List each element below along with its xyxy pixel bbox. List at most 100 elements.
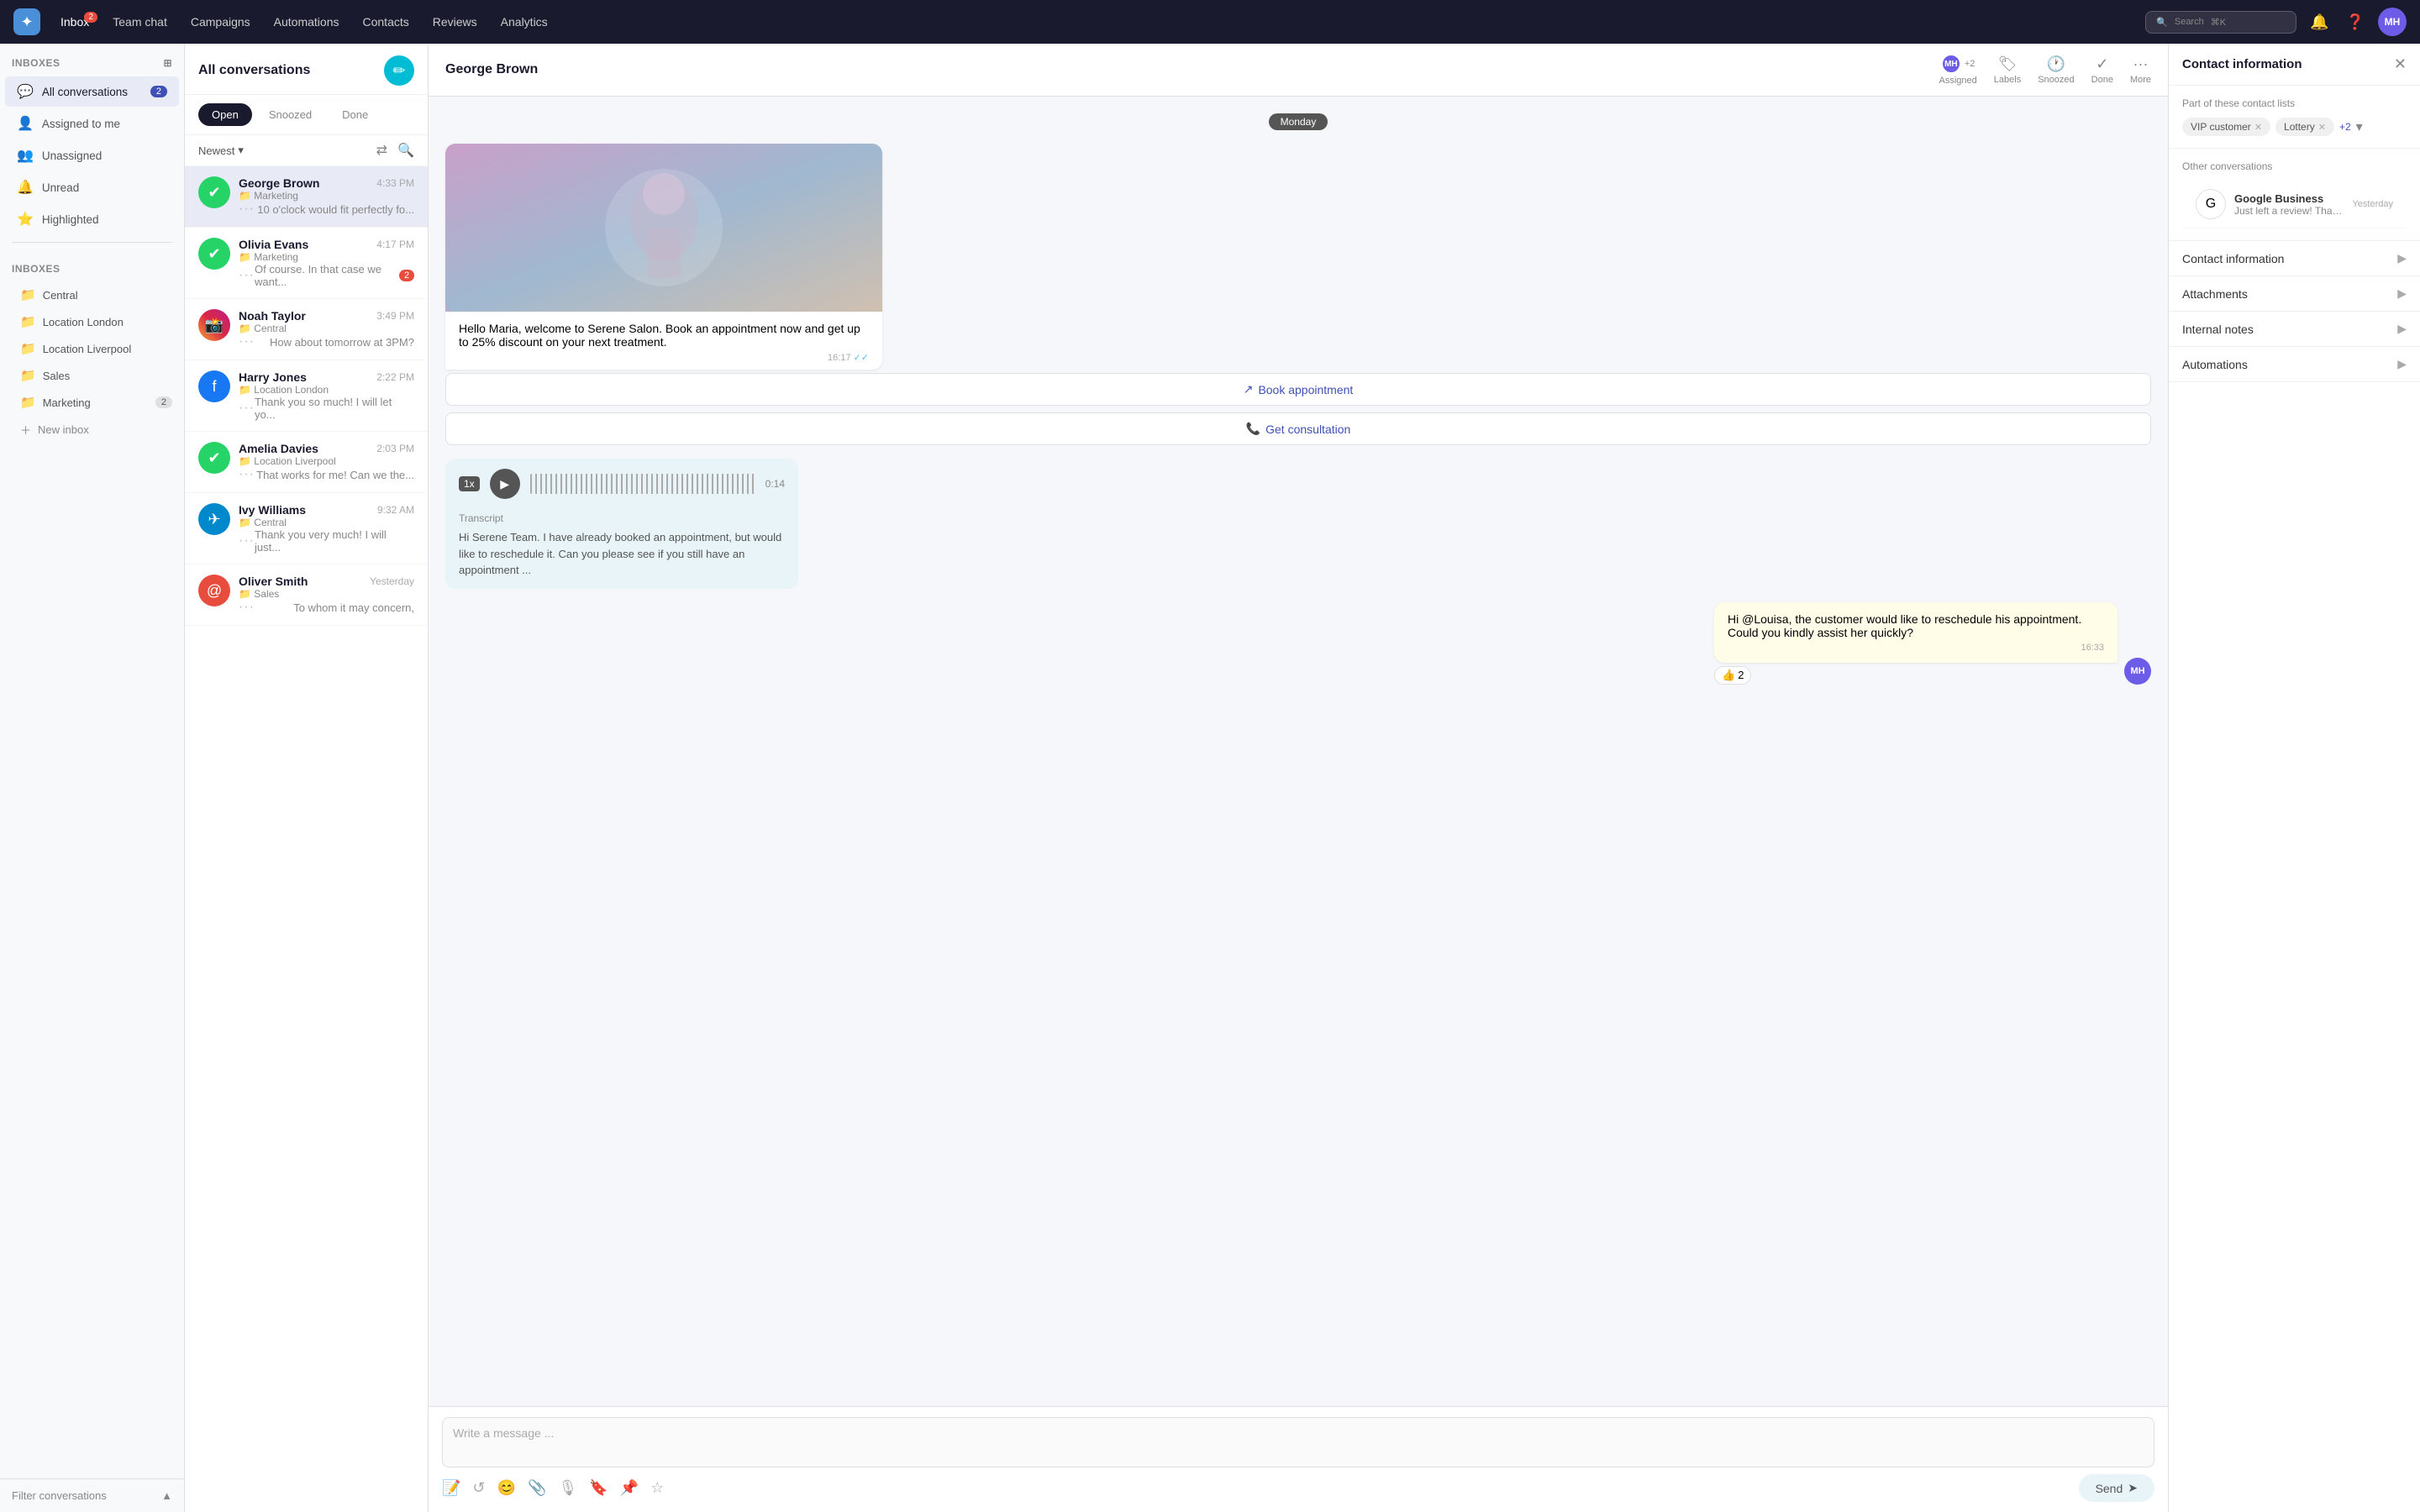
sidebar-inbox-central[interactable]: 📁 Central [0,281,184,308]
conv-item-harry-jones[interactable]: f Harry Jones 2:22 PM 📁 Location London … [185,360,428,432]
other-conv-google[interactable]: G Google Business Just left a review! Th… [2182,181,2407,228]
avatar-george-brown: ✔ [198,176,230,208]
message-outgoing: Hi @Louisa, the customer would like to r… [445,602,2151,685]
refresh-icon[interactable]: ↺ [472,1479,485,1497]
tags-more[interactable]: +2 [2339,121,2351,133]
filter-conversations-icon[interactable]: ⇄ [376,142,387,159]
nav-teamchat[interactable]: Team chat [103,10,177,34]
attachments-arrow: ▶ [2397,286,2407,301]
internal-notes-label: Internal notes [2182,323,2254,336]
tag-vip-remove[interactable]: ✕ [2254,122,2262,133]
sidebar-item-all-conversations[interactable]: 💬 All conversations 2 [5,76,179,107]
avatar-harry-jones: f [198,370,230,402]
chat-action-snoozed[interactable]: 🕐 Snoozed [2038,55,2074,85]
logo-icon: ✦ [13,8,40,35]
sidebar-item-unread[interactable]: 🔔 Unread [5,172,179,202]
conv-row3-olivia: ··· Of course. In that case we want... 2 [239,263,414,288]
attach-icon[interactable]: 📎 [528,1479,546,1497]
reaction-count: 2 [1738,669,1744,681]
book-appointment-button[interactable]: ↗ Book appointment [445,373,2151,406]
conv-row1-ivy: Ivy Williams 9:32 AM [239,503,414,517]
conv-item-olivia-evans[interactable]: ✔ Olivia Evans 4:17 PM 📁 Marketing ··· O… [185,228,428,299]
folder-icon-liverpool: 📁 [20,341,36,356]
sidebar-layout-icon[interactable]: ⊞ [163,57,172,69]
star-icon[interactable]: ☆ [650,1479,664,1497]
book-appointment-icon: ↗ [1244,382,1254,396]
notifications-icon[interactable]: 🔔 [2307,10,2332,34]
tab-done[interactable]: Done [329,103,381,126]
conv-preview-ivy: Thank you very much! I will just... [255,528,414,554]
conv-item-ivy-inner: Ivy Williams 9:32 AM 📁 Central ··· Thank… [239,503,414,554]
conv-row1-amelia: Amelia Davies 2:03 PM [239,442,414,455]
nav-campaigns[interactable]: Campaigns [181,10,260,34]
automations-row[interactable]: Automations ▶ [2169,347,2420,382]
new-inbox-label: New inbox [38,423,89,436]
audio-icon[interactable]: 🎙 [558,1479,577,1497]
sidebar-inbox-sales[interactable]: 📁 Sales [0,362,184,389]
conv-item-ivy-williams[interactable]: ✈ Ivy Williams 9:32 AM 📁 Central ··· Tha… [185,493,428,564]
emoji-icon[interactable]: 😊 [497,1479,516,1497]
assigned-to-me-icon: 👤 [17,115,34,132]
nav-analytics[interactable]: Analytics [491,10,558,34]
play-button[interactable]: ▶ [490,469,520,499]
user-avatar[interactable]: MH [2378,8,2407,36]
nav-inbox[interactable]: Inbox 2 [50,10,99,34]
nav-contacts[interactable]: Contacts [353,10,419,34]
nav-automations[interactable]: Automations [264,10,350,34]
done-icon: ✓ [2096,55,2108,73]
send-button[interactable]: Send ➤ [2079,1474,2154,1502]
voice-speed[interactable]: 1x [459,476,480,491]
sidebar-filter-footer[interactable]: Filter conversations ▲ [0,1478,184,1512]
reaction-chip[interactable]: 👍 2 [1714,666,1751,685]
search-bar[interactable]: 🔍 Search ⌘K [2145,11,2296,34]
search-conversations-icon[interactable]: 🔍 [397,142,414,159]
conv-row1-harry: Harry Jones 2:22 PM [239,370,414,384]
internal-notes-row[interactable]: Internal notes ▶ [2169,312,2420,347]
snoozed-label: Snoozed [2038,75,2074,85]
sidebar-inbox-london-label: Location London [43,316,124,328]
compose-button[interactable]: ✏ [384,55,414,86]
new-inbox-button[interactable]: ＋ New inbox [0,416,184,444]
chat-action-more[interactable]: ··· More [2130,55,2151,85]
sidebar-inbox-location-liverpool[interactable]: 📁 Location Liverpool [0,335,184,362]
conv-item-oliver-smith[interactable]: @ Oliver Smith Yesterday 📁 Sales ··· To … [185,564,428,626]
conversation-list: All conversations ✏ Open Snoozed Done Ne… [185,44,429,1512]
sidebar-inbox-marketing-label: Marketing [43,396,91,409]
msg-outgoing-text: Hi @Louisa, the customer would like to r… [1728,612,2081,639]
sort-label: Newest [198,144,234,157]
folder-icon-london: 📁 [20,314,36,329]
tab-snoozed[interactable]: Snoozed [255,103,325,126]
chat-input-box[interactable]: Write a message ... [442,1417,2154,1467]
chat-action-assigned[interactable]: MH +2 Assigned [1939,54,1977,86]
conv-item-amelia-davies[interactable]: ✔ Amelia Davies 2:03 PM 📁 Location Liver… [185,432,428,493]
get-consultation-button[interactable]: 📞 Get consultation [445,412,2151,445]
attachments-row[interactable]: Attachments ▶ [2169,276,2420,312]
app-logo[interactable]: ✦ [13,8,40,35]
sidebar-item-highlighted[interactable]: ⭐ Highlighted [5,204,179,234]
conv-row3-harry: ··· Thank you so much! I will let yo... [239,396,414,421]
sort-button[interactable]: Newest ▾ [198,144,244,157]
sidebar-item-unread-label: Unread [42,181,79,194]
sidebar-inbox-marketing[interactable]: 📁 Marketing 2 [0,389,184,416]
contact-info-row[interactable]: Contact information ▶ [2169,241,2420,276]
nav-reviews[interactable]: Reviews [423,10,487,34]
help-icon[interactable]: ❓ [2343,10,2368,34]
tag-lottery-remove[interactable]: ✕ [2318,122,2326,133]
chat-action-labels[interactable]: 🏷 Labels [1994,55,2021,85]
bookmark2-icon[interactable]: 📌 [620,1479,639,1497]
right-panel-header: Contact information ✕ [2169,44,2420,86]
sidebar-inbox-location-london[interactable]: 📁 Location London [0,308,184,335]
conv-item-noah-taylor[interactable]: 📸 Noah Taylor 3:49 PM 📁 Central ··· How … [185,299,428,360]
sidebar-item-unassigned[interactable]: 👥 Unassigned [5,140,179,171]
note-icon[interactable]: 📝 [442,1479,460,1497]
tab-open[interactable]: Open [198,103,252,126]
conv-inbox-harry: 📁 Location London [239,384,329,396]
tag-add-button[interactable]: ▾ [2356,118,2363,135]
right-panel-close-button[interactable]: ✕ [2394,55,2407,73]
chat-action-done[interactable]: ✓ Done [2091,55,2113,85]
bookmark-icon[interactable]: 🔖 [589,1479,608,1497]
other-conversations-section: Other conversations G Google Business Ju… [2169,149,2420,241]
conv-item-george-brown[interactable]: ✔ George Brown 4:33 PM 📁 Marketing ··· 1… [185,166,428,228]
conv-row2-amelia: 📁 Location Liverpool [239,455,414,467]
sidebar-item-assigned-to-me[interactable]: 👤 Assigned to me [5,108,179,139]
